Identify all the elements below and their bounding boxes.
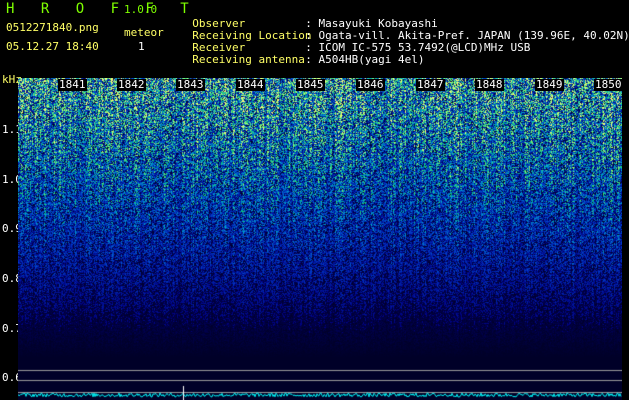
meteor-count: 1 [138, 40, 145, 53]
time-tick-label: 1847 [416, 78, 445, 91]
time-tick-label: 1846 [356, 78, 385, 91]
version-label: 1.0.0 [124, 3, 158, 16]
time-tick-label: 1848 [475, 78, 504, 91]
time-tick-label: 1843 [176, 78, 205, 91]
meteor-label: meteor [124, 26, 164, 39]
time-tick-label: 1842 [117, 78, 146, 91]
datetime-label: 05.12.27 18:40 [6, 40, 99, 53]
app-title: H R O F F T [6, 1, 198, 17]
spectrogram-canvas [18, 78, 622, 400]
info-value: : A504HB(yagi 4el) [305, 53, 425, 66]
time-tick-label: 1845 [296, 78, 325, 91]
time-tick-label: 1849 [535, 78, 564, 91]
time-tick-label: 1844 [236, 78, 265, 91]
info-key: Receiving antenna [192, 53, 305, 66]
time-tick-label: 1841 [58, 78, 87, 91]
time-tick-label: 1850 [594, 78, 623, 91]
filename-label: 0512271840.png [6, 21, 99, 34]
info-row-antenna: Receiving antenna: A504HB(yagi 4el) [179, 40, 424, 66]
